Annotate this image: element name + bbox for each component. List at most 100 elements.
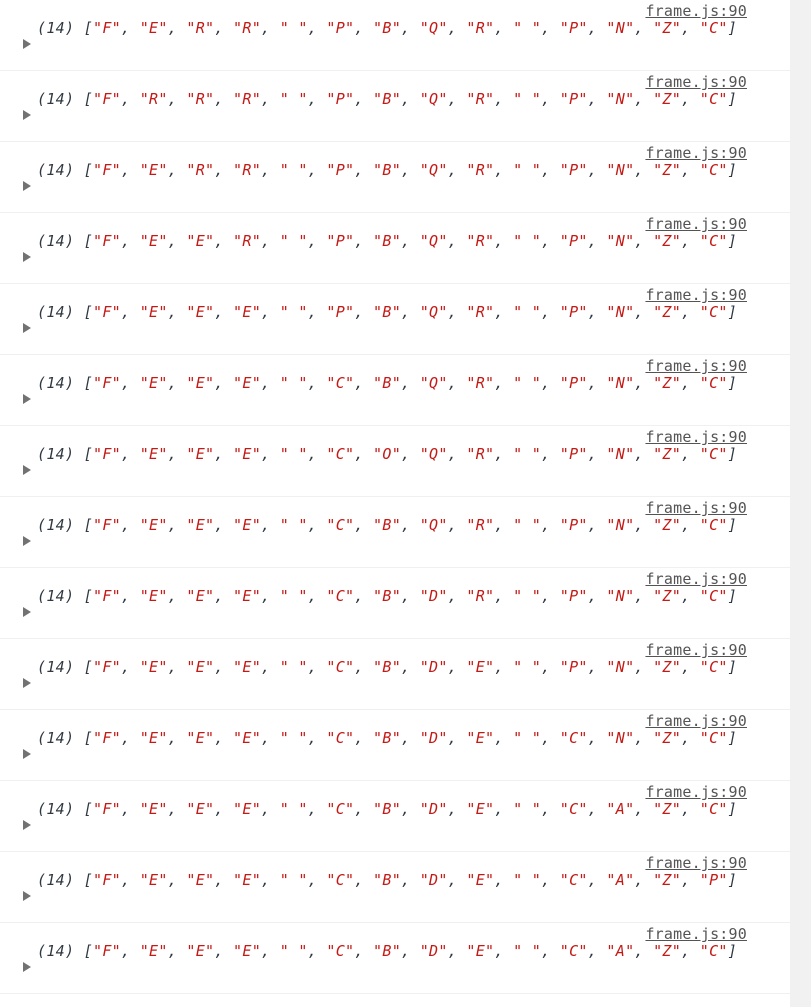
expand-triangle-icon[interactable]: [23, 39, 31, 49]
expand-triangle-icon[interactable]: [23, 607, 31, 617]
array-separator: ,: [681, 800, 700, 818]
array-separator: ,: [401, 587, 420, 605]
array-item: "Q": [419, 90, 448, 108]
array-separator: ,: [541, 90, 560, 108]
array-preview[interactable]: (14) ["F", "R", "R", "R", " ", "P", "B",…: [37, 90, 757, 109]
source-link[interactable]: frame.js:90: [645, 428, 747, 446]
array-separator: ,: [587, 232, 607, 250]
array-preview[interactable]: (14) ["F", "E", "E", "E", " ", "P", "B",…: [37, 303, 757, 322]
array-length: (14): [37, 374, 75, 392]
source-link[interactable]: frame.js:90: [645, 286, 747, 304]
array-separator: ,: [634, 232, 654, 250]
array-separator: ,: [587, 658, 607, 676]
array-separator: ,: [354, 303, 374, 321]
array-separator: ,: [447, 516, 467, 534]
array-item: "E": [233, 871, 262, 889]
array-preview[interactable]: (14) ["F", "E", "E", "E", " ", "C", "O",…: [37, 445, 757, 464]
array-item: "P": [559, 445, 588, 463]
expand-triangle-icon[interactable]: [23, 181, 31, 191]
array-separator: ,: [354, 516, 374, 534]
array-preview[interactable]: (14) ["F", "E", "E", "E", " ", "C", "B",…: [37, 658, 757, 677]
expand-triangle-icon[interactable]: [23, 678, 31, 688]
array-separator: ,: [681, 516, 700, 534]
array-item: " ": [513, 942, 542, 960]
expand-triangle-icon[interactable]: [23, 820, 31, 830]
array-item: "O": [373, 445, 402, 463]
array-item: "C": [559, 942, 588, 960]
array-preview[interactable]: (14) ["F", "E", "E", "E", " ", "C", "B",…: [37, 587, 757, 606]
expand-triangle-icon[interactable]: [23, 891, 31, 901]
array-item: " ": [513, 303, 542, 321]
source-link[interactable]: frame.js:90: [645, 641, 747, 659]
array-item: "Z": [653, 800, 682, 818]
bracket-close: ]: [727, 19, 738, 37]
array-separator: ,: [354, 445, 374, 463]
array-separator: ,: [634, 161, 654, 179]
array-item: "C": [699, 516, 728, 534]
array-separator: ,: [447, 161, 467, 179]
array-separator: ,: [401, 161, 420, 179]
source-link[interactable]: frame.js:90: [645, 570, 747, 588]
array-item: "E": [186, 658, 215, 676]
expand-triangle-icon[interactable]: [23, 394, 31, 404]
array-item: "B": [373, 374, 402, 392]
array-separator: ,: [214, 871, 234, 889]
array-preview[interactable]: (14) ["F", "E", "E", "E", " ", "C", "B",…: [37, 374, 757, 393]
source-link[interactable]: frame.js:90: [645, 357, 747, 375]
source-link[interactable]: frame.js:90: [645, 73, 747, 91]
array-separator: ,: [494, 800, 514, 818]
expand-triangle-icon[interactable]: [23, 323, 31, 333]
array-separator: ,: [494, 942, 514, 960]
array-preview[interactable]: (14) ["F", "E", "E", "E", " ", "C", "B",…: [37, 871, 757, 890]
array-preview[interactable]: (14) ["F", "E", "R", "R", " ", "P", "B",…: [37, 161, 757, 180]
array-item: "Z": [653, 516, 682, 534]
array-item: "Q": [419, 516, 448, 534]
source-link[interactable]: frame.js:90: [645, 783, 747, 801]
array-item: "P": [559, 658, 588, 676]
array-separator: ,: [121, 90, 140, 108]
expand-triangle-icon[interactable]: [23, 536, 31, 546]
array-separator: ,: [121, 374, 140, 392]
source-link[interactable]: frame.js:90: [645, 144, 747, 162]
array-separator: ,: [634, 729, 654, 747]
source-link[interactable]: frame.js:90: [645, 215, 747, 233]
array-separator: ,: [447, 90, 467, 108]
array-item: "R": [466, 232, 495, 250]
console-message: frame.js:90 (14) ["F", "E", "R", "R", " "…: [0, 142, 790, 213]
array-item: "E": [139, 800, 168, 818]
array-separator: ,: [167, 303, 187, 321]
array-item: "R": [233, 232, 262, 250]
array-item: "A": [606, 871, 635, 889]
source-link[interactable]: frame.js:90: [645, 2, 747, 20]
source-link[interactable]: frame.js:90: [645, 925, 747, 943]
array-separator: ,: [447, 800, 467, 818]
array-separator: ,: [634, 303, 654, 321]
array-item: " ": [279, 729, 308, 747]
scrollbar-track[interactable]: [790, 0, 811, 1007]
array-preview[interactable]: (14) ["F", "E", "E", "E", " ", "C", "B",…: [37, 800, 757, 819]
source-link[interactable]: frame.js:90: [645, 712, 747, 730]
expand-triangle-icon[interactable]: [23, 252, 31, 262]
source-link[interactable]: frame.js:90: [645, 854, 747, 872]
array-item: "N": [606, 516, 635, 534]
array-separator: ,: [447, 303, 467, 321]
array-separator: ,: [354, 374, 374, 392]
array-preview[interactable]: (14) ["F", "E", "R", "R", " ", "P", "B",…: [37, 19, 757, 38]
array-item: "F": [93, 871, 122, 889]
array-separator: ,: [494, 374, 514, 392]
array-item: "E": [233, 587, 262, 605]
array-separator: ,: [307, 19, 327, 37]
array-item: "E": [466, 729, 495, 747]
expand-triangle-icon[interactable]: [23, 749, 31, 759]
expand-triangle-icon[interactable]: [23, 465, 31, 475]
array-item: " ": [279, 374, 308, 392]
array-preview[interactable]: (14) ["F", "E", "E", "E", " ", "C", "B",…: [37, 729, 757, 748]
source-link[interactable]: frame.js:90: [645, 499, 747, 517]
expand-triangle-icon[interactable]: [23, 110, 31, 120]
array-preview[interactable]: (14) ["F", "E", "E", "R", " ", "P", "B",…: [37, 232, 757, 251]
array-preview[interactable]: (14) ["F", "E", "E", "E", " ", "C", "B",…: [37, 516, 757, 535]
expand-triangle-icon[interactable]: [23, 962, 31, 972]
array-item: "P": [559, 516, 588, 534]
array-preview[interactable]: (14) ["F", "E", "E", "E", " ", "C", "B",…: [37, 942, 757, 961]
array-item: "E": [139, 19, 168, 37]
